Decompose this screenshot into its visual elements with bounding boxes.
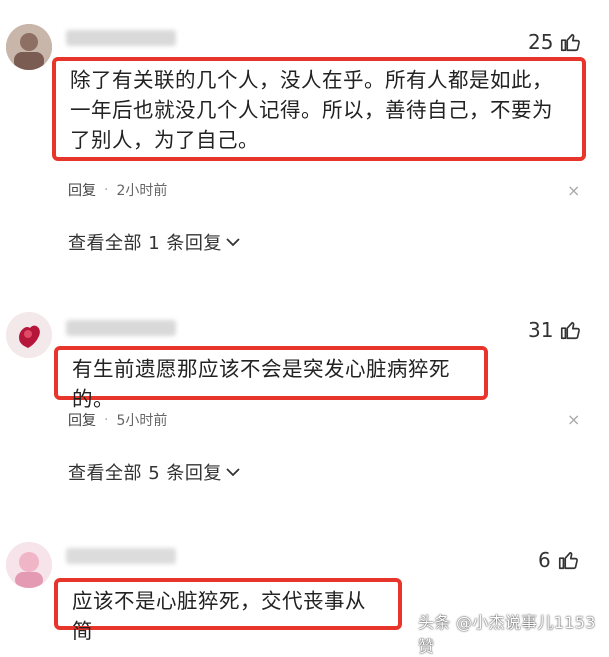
user-avatar-image [6,312,52,358]
like-count[interactable]: 31 [528,318,581,342]
comment-text: 除了有关联的几个人，没人在乎。所有人都是如此，一年后也就没几个人记得。所以，善待… [70,68,553,152]
comment-meta: 回复 · 2小时前 [68,180,167,200]
like-count-value: 25 [528,30,554,54]
comment-text-highlighted: 应该不是心脏猝死，交代丧事从简 [54,578,402,643]
view-all-label: 查看全部 1 条回复 [68,233,222,254]
reply-button[interactable]: 回复 [68,410,96,430]
like-count-value: 6 [538,548,551,572]
comment-text: 应该不是心脏猝死，交代丧事从简 [72,589,366,643]
like-count[interactable]: 6 [538,548,579,572]
comment-text-highlighted: 除了有关联的几个人，没人在乎。所有人都是如此，一年后也就没几个人记得。所以，善待… [52,57,586,161]
thumbs-up-icon[interactable] [559,319,581,341]
separator-dot: · [104,182,109,198]
like-count[interactable]: 25 [528,30,581,54]
avatar[interactable] [6,24,52,70]
user-avatar-image [6,542,52,588]
close-icon[interactable]: × [567,181,580,200]
comment-meta: 回复 · 5小时前 [68,410,167,430]
avatar[interactable] [6,542,52,588]
chevron-down-icon [226,468,240,477]
chevron-down-icon [226,238,240,247]
avatar[interactable] [6,312,52,358]
thumbs-up-icon[interactable] [559,31,581,53]
view-all-replies-button[interactable]: 查看全部 5 条回复 [68,459,240,485]
blurred-username [66,30,176,46]
separator-dot: · [104,412,109,428]
user-avatar-image [6,24,52,70]
thumbs-up-icon[interactable] [557,549,579,571]
comment-time: 2小时前 [116,183,168,199]
comment-time: 5小时前 [116,413,168,429]
comment-text-highlighted: 有生前遗愿那应该不会是突发心脏病猝死的。 [54,346,488,411]
view-all-replies-button[interactable]: 查看全部 1 条回复 [68,229,240,255]
watermark: 头条 @小杰说事儿1153赞 [418,613,596,656]
reply-button[interactable]: 回复 [68,180,96,200]
comment-text: 有生前遗愿那应该不会是突发心脏病猝死的。 [72,357,450,411]
view-all-label: 查看全部 5 条回复 [68,463,222,484]
like-count-value: 31 [528,318,554,342]
close-icon[interactable]: × [567,410,580,429]
blurred-username [66,320,176,336]
blurred-username [66,548,176,564]
